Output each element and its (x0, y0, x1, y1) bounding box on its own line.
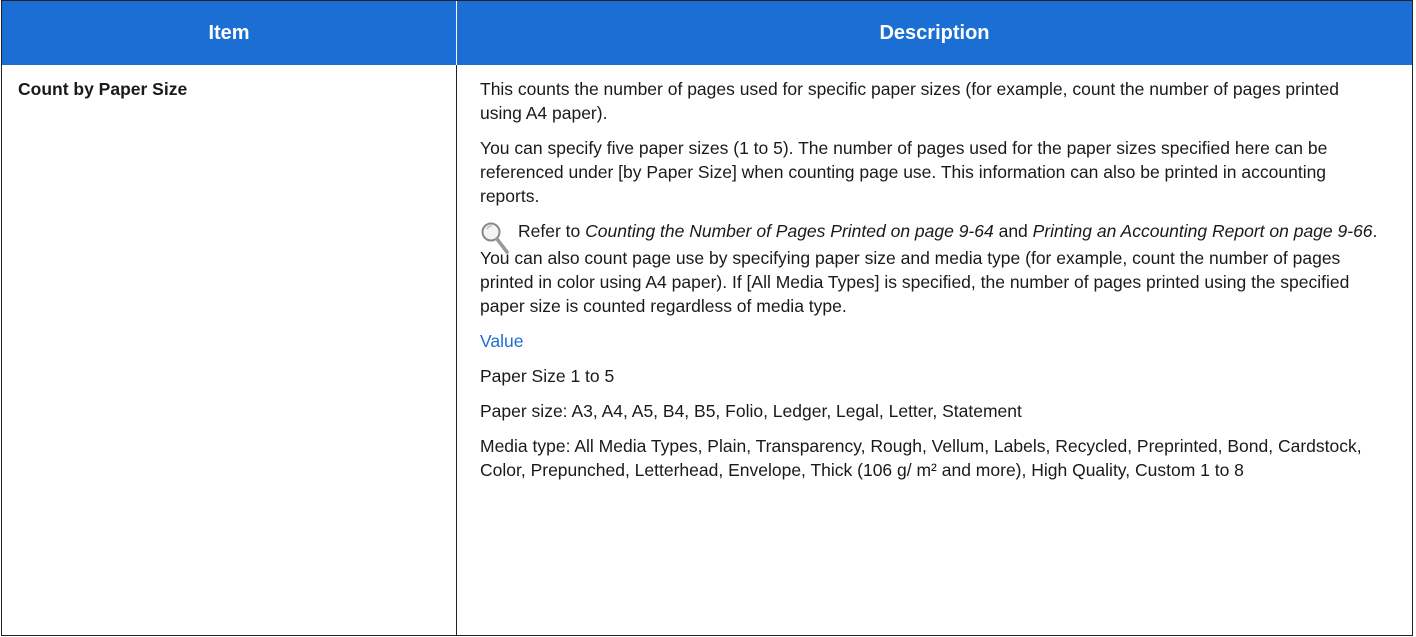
reference-suffix: . (1372, 221, 1378, 241)
header-item: Item (208, 22, 250, 44)
description-paragraph-3: You can also count page use by specifyin… (480, 248, 1350, 316)
value-heading: Value (480, 331, 524, 351)
value-line-3: Media type: All Media Types, Plain, Tran… (480, 436, 1362, 480)
reference-link-accounting-report[interactable]: Printing an Accounting Report on page 9-… (1033, 221, 1373, 241)
header-description: Description (879, 22, 990, 44)
settings-table: Item Description Count by Paper Size Thi… (1, 0, 1413, 636)
reference-prefix: Refer to (518, 221, 586, 241)
reference-note: Refer to Counting the Number of Pages Pr… (480, 219, 1385, 254)
item-name: Count by Paper Size (18, 79, 188, 99)
description-paragraph-2: You can specify five paper sizes (1 to 5… (480, 138, 1328, 206)
description-paragraph-1: This counts the number of pages used for… (480, 79, 1339, 123)
description-cell: This counts the number of pages used for… (480, 77, 1385, 493)
value-line-2: Paper size: A3, A4, A5, B4, B5, Folio, L… (480, 401, 1022, 421)
value-line-1: Paper Size 1 to 5 (480, 366, 615, 386)
reference-and: and (993, 221, 1033, 241)
reference-link-counting[interactable]: Counting the Number of Pages Printed on … (585, 221, 994, 241)
column-divider (456, 65, 457, 636)
table-header: Item Description (2, 1, 1412, 65)
magnifier-icon (481, 222, 509, 254)
